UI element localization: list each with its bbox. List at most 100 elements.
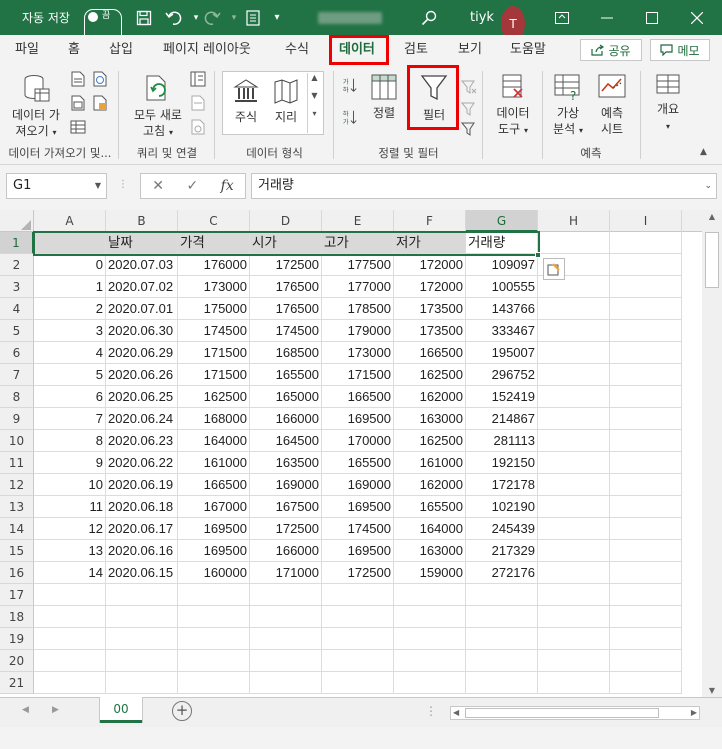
cell[interactable]: 172500 — [250, 254, 322, 276]
cell[interactable] — [538, 386, 610, 408]
cell[interactable] — [610, 298, 682, 320]
row-header[interactable]: 13 — [0, 496, 34, 518]
cell[interactable]: 13 — [34, 540, 106, 562]
cell[interactable] — [394, 650, 466, 672]
cell[interactable]: 172500 — [322, 562, 394, 584]
cell[interactable] — [466, 650, 538, 672]
row-header[interactable]: 8 — [0, 386, 34, 408]
cell[interactable]: 12 — [34, 518, 106, 540]
column-header[interactable]: A — [34, 210, 106, 232]
cell[interactable]: 296752 — [466, 364, 538, 386]
cell[interactable] — [538, 232, 610, 254]
column-header[interactable]: C — [178, 210, 250, 232]
cell[interactable]: 161000 — [394, 452, 466, 474]
add-sheet-icon[interactable]: + — [172, 701, 192, 721]
cell[interactable]: 2 — [34, 298, 106, 320]
column-header[interactable]: I — [610, 210, 682, 232]
cell[interactable]: 3 — [34, 320, 106, 342]
cell[interactable]: 163000 — [394, 408, 466, 430]
cell[interactable]: 165500 — [322, 452, 394, 474]
cell[interactable]: 164500 — [250, 430, 322, 452]
cell[interactable]: 169000 — [322, 474, 394, 496]
cell[interactable]: 9 — [34, 452, 106, 474]
enter-icon[interactable]: ✓ — [186, 178, 198, 194]
cell[interactable] — [466, 628, 538, 650]
cell[interactable]: 166500 — [322, 386, 394, 408]
data-tools-button[interactable]: 데이터 도구 ▾ — [490, 73, 536, 139]
column-header[interactable]: B — [106, 210, 178, 232]
cell[interactable] — [178, 628, 250, 650]
cell[interactable]: 166000 — [250, 408, 322, 430]
cell[interactable] — [610, 386, 682, 408]
cell[interactable]: 169500 — [322, 540, 394, 562]
ribbon-display-icon[interactable] — [546, 0, 578, 35]
cell[interactable] — [538, 650, 610, 672]
cell[interactable]: 174500 — [250, 320, 322, 342]
cell[interactable]: 169500 — [178, 518, 250, 540]
cell[interactable]: 172000 — [394, 276, 466, 298]
horizontal-scroll-thumb[interactable] — [465, 708, 659, 718]
cell[interactable] — [322, 606, 394, 628]
cell[interactable]: 시가 — [250, 232, 322, 254]
cell[interactable]: 178500 — [322, 298, 394, 320]
column-header[interactable]: D — [250, 210, 322, 232]
sort-button[interactable]: 정렬 — [366, 73, 402, 121]
close-icon[interactable] — [681, 0, 713, 35]
cell[interactable] — [106, 650, 178, 672]
row-header[interactable]: 9 — [0, 408, 34, 430]
cell[interactable]: 179000 — [322, 320, 394, 342]
cell[interactable]: 14 — [34, 562, 106, 584]
cell[interactable] — [34, 672, 106, 694]
cell[interactable] — [538, 320, 610, 342]
column-header[interactable]: F — [394, 210, 466, 232]
cell[interactable]: 6 — [34, 386, 106, 408]
cell[interactable]: 170000 — [322, 430, 394, 452]
insert-function-button[interactable]: fx — [221, 178, 234, 194]
cell[interactable] — [538, 298, 610, 320]
cell[interactable] — [610, 496, 682, 518]
cell[interactable]: 거래량 — [466, 232, 538, 254]
user-name[interactable]: tiyk — [470, 0, 494, 35]
cell[interactable]: 가격 — [178, 232, 250, 254]
cell[interactable]: 177500 — [322, 254, 394, 276]
from-web-icon[interactable] — [92, 71, 108, 87]
cell[interactable]: 281113 — [466, 430, 538, 452]
cell[interactable] — [466, 672, 538, 694]
cell[interactable] — [178, 650, 250, 672]
save-icon[interactable] — [133, 0, 155, 35]
cell[interactable]: 166500 — [178, 474, 250, 496]
edit-links-icon[interactable] — [190, 119, 206, 135]
cell[interactable] — [250, 650, 322, 672]
cell[interactable] — [322, 584, 394, 606]
cell[interactable] — [610, 584, 682, 606]
cell[interactable]: 167000 — [178, 496, 250, 518]
reapply-icon[interactable] — [461, 101, 477, 117]
tab-help[interactable]: 도움말 — [510, 35, 546, 65]
cell[interactable]: 고가 — [322, 232, 394, 254]
cell[interactable]: 2020.06.23 — [106, 430, 178, 452]
row-header[interactable]: 4 — [0, 298, 34, 320]
cell[interactable]: 160000 — [178, 562, 250, 584]
cell[interactable]: 11 — [34, 496, 106, 518]
cell[interactable]: 163000 — [394, 540, 466, 562]
refresh-all-button[interactable]: 모두 새로 고침 ▾ — [126, 73, 190, 141]
cell[interactable]: 171500 — [178, 342, 250, 364]
cell[interactable]: 333467 — [466, 320, 538, 342]
cell[interactable]: 162000 — [394, 474, 466, 496]
search-icon[interactable] — [418, 0, 440, 35]
cell[interactable] — [610, 518, 682, 540]
scroll-thumb[interactable] — [705, 232, 719, 288]
cell[interactable] — [394, 606, 466, 628]
column-header[interactable]: H — [538, 210, 610, 232]
cell[interactable] — [538, 496, 610, 518]
cell[interactable] — [610, 430, 682, 452]
redo-icon[interactable] — [201, 0, 223, 35]
tab-splitter-icon[interactable]: ⋮ — [425, 704, 437, 718]
cell[interactable]: 166000 — [250, 540, 322, 562]
cell[interactable]: 159000 — [394, 562, 466, 584]
cell[interactable]: 161000 — [178, 452, 250, 474]
cell[interactable] — [610, 650, 682, 672]
tab-formulas[interactable]: 수식 — [285, 35, 309, 65]
cell[interactable] — [538, 342, 610, 364]
cell[interactable] — [538, 628, 610, 650]
